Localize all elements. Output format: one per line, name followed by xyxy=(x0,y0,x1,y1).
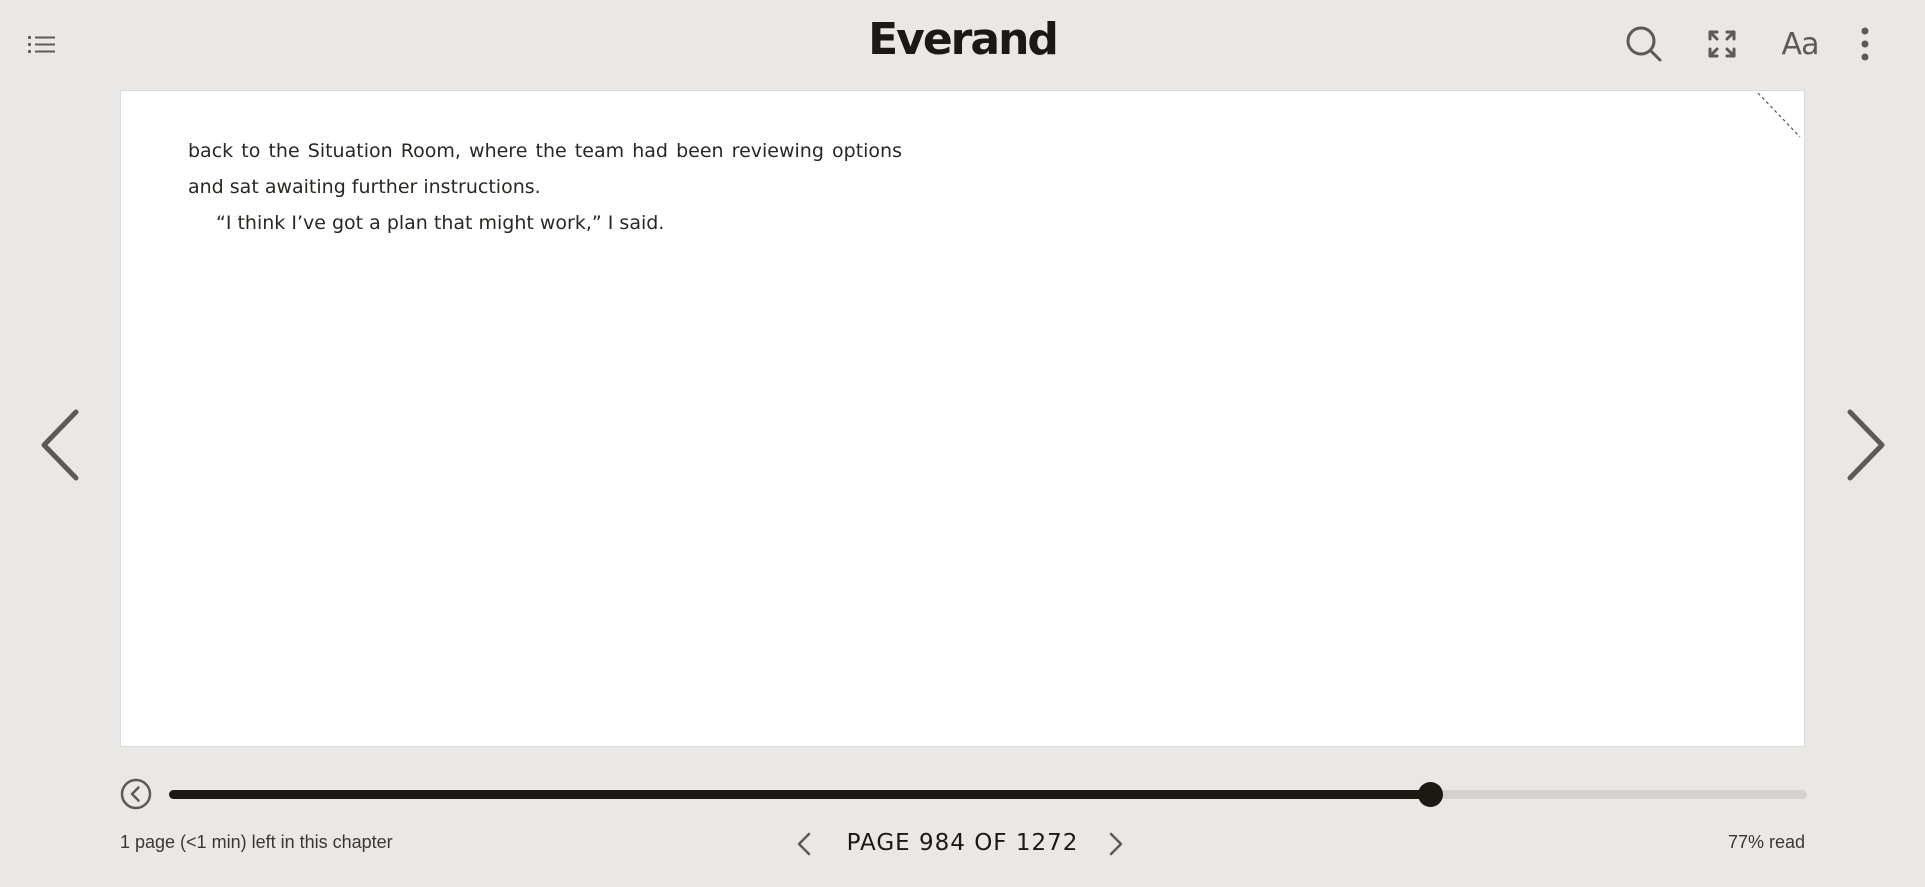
pager-next-button[interactable] xyxy=(1102,830,1130,858)
everand-logo[interactable]: Everand xyxy=(868,14,1059,65)
progress-slider-handle[interactable] xyxy=(1418,782,1444,807)
reader-footer: 1 page (<1 min) left in this chapter PAG… xyxy=(0,820,1925,870)
chevron-left-icon xyxy=(41,409,79,481)
table-of-contents-button[interactable] xyxy=(24,28,60,60)
more-options-button[interactable] xyxy=(1854,22,1876,66)
percent-read: 77% read xyxy=(1727,832,1805,852)
progress-fill xyxy=(169,790,1431,799)
top-toolbar: Everand Aa xyxy=(0,0,1925,88)
return-to-position-button[interactable] xyxy=(120,778,152,810)
more-vertical-icon xyxy=(1861,27,1869,61)
progress-slider[interactable] xyxy=(169,782,1807,807)
search-icon xyxy=(1626,26,1662,62)
reading-progress xyxy=(120,775,1810,815)
page-text: back to the Situation Room, where the te… xyxy=(188,133,902,241)
previous-page-button[interactable] xyxy=(32,405,88,485)
page-navigator: PAGE 984 OF 1272 xyxy=(790,820,1130,868)
search-button[interactable] xyxy=(1622,22,1666,66)
chevron-right-icon xyxy=(1847,409,1885,481)
paragraph: back to the Situation Room, where the te… xyxy=(188,140,902,198)
book-page: back to the Situation Room, where the te… xyxy=(120,90,1805,747)
page-number: PAGE 984 OF 1272 xyxy=(846,830,1079,856)
expand-icon xyxy=(1708,30,1736,58)
chevron-right-icon xyxy=(1109,832,1123,856)
chevron-left-icon xyxy=(797,832,811,856)
chapter-time-remaining: 1 page (<1 min) left in this chapter xyxy=(120,832,393,852)
fullscreen-button[interactable] xyxy=(1700,22,1744,66)
font-settings-button[interactable]: Aa xyxy=(1774,22,1826,66)
list-icon xyxy=(28,36,55,53)
paragraph: “I think I’ve got a plan that might work… xyxy=(216,212,665,234)
font-settings-label: Aa xyxy=(1781,26,1820,62)
page-corner-fold[interactable] xyxy=(1754,91,1804,141)
next-page-button[interactable] xyxy=(1838,405,1894,485)
chevron-left-circle-icon xyxy=(120,778,152,810)
pager-previous-button[interactable] xyxy=(790,830,818,858)
